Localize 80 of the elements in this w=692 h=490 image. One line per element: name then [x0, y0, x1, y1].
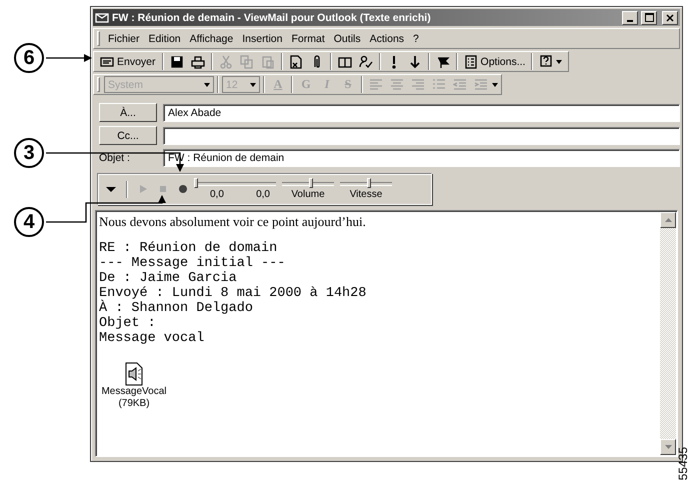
printer-icon [190, 54, 205, 68]
figure-number: 55435 [676, 446, 690, 480]
close-button[interactable] [662, 10, 678, 24]
audio-file-icon[interactable] [124, 362, 144, 386]
callout-arrow [46, 54, 92, 62]
callout-number: 3 [14, 138, 44, 168]
align-center-icon [390, 78, 404, 92]
maximize-button[interactable] [641, 10, 657, 24]
menu-item[interactable]: Fichier [104, 32, 144, 46]
quoted-line: Envoyé : Lundi 8 mai 2000 à 14h28 [99, 286, 368, 301]
message-body[interactable] [95, 210, 678, 457]
dropdown-caret-icon [204, 82, 210, 86]
close-icon [666, 14, 674, 22]
envelope-icon [100, 54, 114, 68]
flag-icon [436, 54, 450, 68]
recipient-field[interactable] [163, 126, 680, 144]
menu-item[interactable]: ? [409, 32, 423, 46]
position-slider[interactable] [196, 178, 276, 188]
volume-slider[interactable] [282, 178, 334, 188]
help-icon [539, 54, 554, 68]
quoted-line: À : Shannon Delgado [99, 301, 254, 316]
quoted-line: --- Message initial --- [99, 256, 286, 271]
subject-label: Objet : [99, 152, 131, 164]
window-title: FW : Réunion de demain - ViewMail pour Outlook (Texte enrichi) [112, 12, 432, 24]
bullet-list-icon [432, 78, 446, 92]
quoted-line: RE : Réunion de domain [99, 241, 278, 256]
copy-icon [240, 54, 254, 68]
minimize-button[interactable] [622, 10, 638, 24]
up-arrow-icon [664, 218, 672, 222]
scroll-up-button[interactable] [660, 212, 676, 228]
attachment-name[interactable]: MessageVocal [101, 386, 167, 398]
minimize-icon [627, 20, 633, 22]
align-right-icon [411, 78, 425, 92]
address-button[interactable]: Cc... [99, 126, 157, 145]
volume-label: Volume [291, 189, 325, 200]
recipient-field[interactable]: Alex Abade [163, 104, 680, 122]
start-time: 0,0 [210, 189, 224, 200]
speed-label: Vitesse [350, 189, 382, 200]
vertical-scrollbar[interactable] [660, 212, 676, 455]
menu-item[interactable]: Outils [330, 32, 365, 46]
record-icon [176, 182, 190, 196]
document-icon [288, 54, 303, 68]
paste-icon [260, 54, 275, 68]
slider-thumb[interactable] [308, 178, 313, 188]
address-button[interactable]: À... [99, 103, 157, 122]
options-icon [464, 54, 478, 68]
callout-number: 6 [14, 43, 44, 73]
scissors-icon [218, 54, 233, 68]
envelope-icon [95, 10, 109, 24]
menu-item[interactable]: Format [288, 32, 329, 46]
toolbar-button[interactable]: Envoyer [97, 52, 159, 71]
dropdown-caret-icon [556, 60, 562, 64]
book-icon [338, 54, 352, 68]
indent-decrease-icon [453, 78, 467, 92]
callout-number: 4 [14, 207, 44, 237]
maximize-icon [644, 13, 654, 22]
record-button[interactable] [176, 182, 190, 196]
message-text: Nous devons absolument voir ce point aujourd’hui. [99, 214, 367, 230]
menu-item[interactable]: Actions [366, 32, 408, 46]
align-left-icon [369, 78, 383, 92]
attachment-size: (79KB) [118, 398, 150, 410]
toolbar-button[interactable]: Options... [460, 52, 528, 71]
quoted-line: De : Jaime Garcia [99, 271, 238, 286]
save-icon [170, 54, 184, 68]
end-time: 0,0 [256, 189, 270, 200]
menu-item[interactable]: Edition [144, 32, 185, 46]
down-arrow-icon [664, 445, 672, 449]
slider-thumb[interactable] [194, 178, 198, 188]
quoted-line: Message vocal [99, 331, 206, 346]
person-check-icon [358, 54, 373, 68]
dropdown-caret-icon [492, 82, 498, 86]
down-arrow-icon [408, 54, 422, 68]
menu-item[interactable]: Insertion [238, 32, 286, 46]
dropdown-caret-icon [250, 82, 256, 86]
quoted-line: Objet : [99, 316, 157, 331]
indent-increase-icon [474, 78, 488, 92]
speed-slider[interactable] [340, 178, 392, 188]
scroll-down-button[interactable] [660, 439, 676, 455]
slider-thumb[interactable] [366, 178, 371, 188]
menu-item[interactable]: Affichage [186, 32, 238, 46]
